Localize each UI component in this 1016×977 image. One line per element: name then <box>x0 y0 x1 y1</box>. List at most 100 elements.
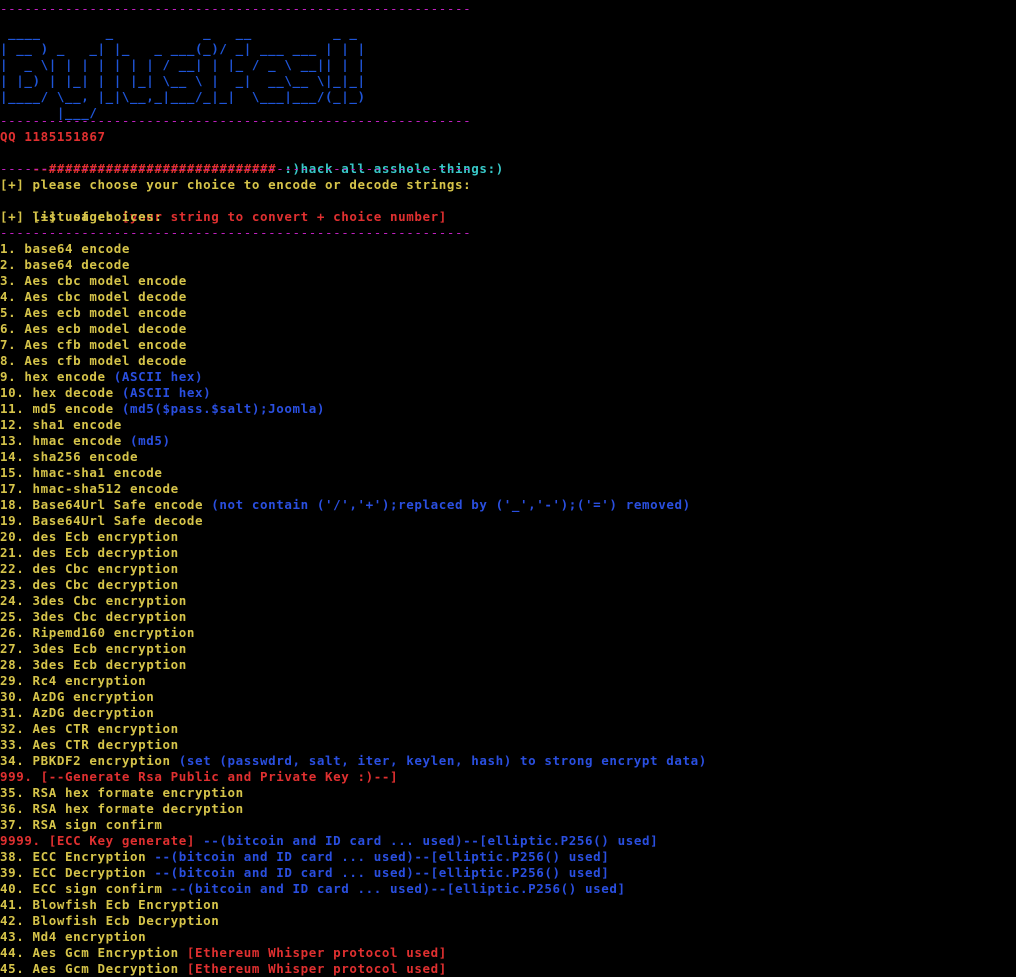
choice-note: (md5($pass.$salt);Joomla) <box>121 401 326 416</box>
choice-item: 2. base64 decode <box>0 257 130 273</box>
choice-item: 21. des Ecb decryption <box>0 545 179 561</box>
choice-item: 35. RSA hex formate encryption <box>0 785 244 801</box>
choice-label: 19. Base64Url Safe decode <box>0 513 204 528</box>
choice-label: 20. des Ecb encryption <box>0 529 179 544</box>
choice-item: 3. Aes cbc model encode <box>0 273 187 289</box>
choice-label: 24. 3des Cbc encryption <box>0 593 187 608</box>
choice-item: 19. Base64Url Safe decode <box>0 513 203 529</box>
choice-item: 9999. [ECC Key generate] --(bitcoin and … <box>0 833 658 849</box>
choice-label: 14. sha256 encode <box>0 449 139 464</box>
choice-item: 18. Base64Url Safe encode (not contain (… <box>0 497 691 513</box>
choice-item: 32. Aes CTR encryption <box>0 721 179 737</box>
choice-label: 26. Ripemd160 encryption <box>0 625 196 640</box>
choice-label: 40. ECC sign confirm <box>0 881 171 896</box>
terminal-window[interactable]: ----------------------------------------… <box>0 0 1016 977</box>
choice-item: 26. Ripemd160 encryption <box>0 625 195 641</box>
choice-label: 8. Aes cfb model decode <box>0 353 187 368</box>
choice-highlight: 999. [--Generate Rsa Public and Private … <box>0 769 399 784</box>
choice-item: 6. Aes ecb model decode <box>0 321 187 337</box>
choice-item: 14. sha256 encode <box>0 449 138 465</box>
choice-label: 34. PBKDF2 encryption <box>0 753 179 768</box>
choice-item: 4. Aes cbc model decode <box>0 289 187 305</box>
choice-item: 43. Md4 encryption <box>0 929 146 945</box>
choice-label: 17. hmac-sha512 encode <box>0 481 179 496</box>
choice-item: 40. ECC sign confirm --(bitcoin and ID c… <box>0 881 626 897</box>
choice-item: 31. AzDG decryption <box>0 705 154 721</box>
choice-item: 22. des Cbc encryption <box>0 561 179 577</box>
choice-label: 43. Md4 encryption <box>0 929 147 944</box>
choice-item: 33. Aes CTR decryption <box>0 737 179 753</box>
choice-item: 11. md5 encode (md5($pass.$salt);Joomla) <box>0 401 325 417</box>
choice-label: 22. des Cbc encryption <box>0 561 179 576</box>
choice-item: 44. Aes Gcm Encryption [Ethereum Whisper… <box>0 945 447 961</box>
banner-separator: ----------------------------------------… <box>0 113 472 128</box>
choice-item: 12. sha1 encode <box>0 417 122 433</box>
choice-item: 24. 3des Cbc encryption <box>0 593 187 609</box>
choice-label: 9. hex encode <box>0 369 114 384</box>
choice-item: 9. hex encode (ASCII hex) <box>0 369 203 385</box>
choice-item: 34. PBKDF2 encryption (set (passwdrd, sa… <box>0 753 707 769</box>
choice-label: 15. hmac-sha1 encode <box>0 465 163 480</box>
choice-item: 41. Blowfish Ecb Encryption <box>0 897 219 913</box>
choice-item: 37. RSA sign confirm <box>0 817 163 833</box>
choice-item: 38. ECC Encryption --(bitcoin and ID car… <box>0 849 609 865</box>
choice-label: 36. RSA hex formate decryption <box>0 801 244 816</box>
choice-label: 12. sha1 encode <box>0 417 122 432</box>
choice-label: 3. Aes cbc model encode <box>0 273 187 288</box>
choice-note: --(bitcoin and ID card ... used)--[ellip… <box>154 865 610 880</box>
choice-note: --(bitcoin and ID card ... used)--[ellip… <box>170 881 626 896</box>
ascii-banner-line: | __ ) _ _| |_ _ ___(_)/ _| ___ ___ | | … <box>0 41 366 56</box>
choice-note: (set (passwdrd, salt, iter, keylen, hash… <box>178 753 707 768</box>
choice-label: 1. base64 encode <box>0 241 131 256</box>
choice-label: 45. Aes Gcm Decryption <box>0 961 187 976</box>
choice-item: 42. Blowfish Ecb Decryption <box>0 913 219 929</box>
choice-label: 38. ECC Encryption <box>0 849 155 864</box>
choice-label: 4. Aes cbc model decode <box>0 289 187 304</box>
choice-label: 25. 3des Cbc decryption <box>0 609 187 624</box>
choice-item: 999. [--Generate Rsa Public and Private … <box>0 769 398 785</box>
choice-label: 5. Aes ecb model encode <box>0 305 187 320</box>
choice-item: 29. Rc4 encryption <box>0 673 146 689</box>
choice-label: 32. Aes CTR encryption <box>0 721 179 736</box>
choice-item: 23. des Cbc decryption <box>0 577 179 593</box>
choice-label: 28. 3des Ecb decryption <box>0 657 187 672</box>
choice-note: --(bitcoin and ID card ... used)--[ellip… <box>203 833 659 848</box>
top-separator: ----------------------------------------… <box>0 1 472 16</box>
choice-item: 25. 3des Cbc decryption <box>0 609 187 625</box>
choice-label: 7. Aes cfb model encode <box>0 337 187 352</box>
intro-line: [+] list of choices: <box>0 209 163 224</box>
choice-item: 27. 3des Ecb encryption <box>0 641 187 657</box>
choice-label: 33. Aes CTR decryption <box>0 737 179 752</box>
choice-label: 39. ECC Decryption <box>0 865 155 880</box>
choice-note: --(bitcoin and ID card ... used)--[ellip… <box>154 849 610 864</box>
choice-label: 30. AzDG encryption <box>0 689 155 704</box>
tagline-separator: ----------------------------------------… <box>0 161 472 176</box>
ascii-banner-line: | |_) | |_| | | |_| \__ \ | _| __\__ \|_… <box>0 73 366 88</box>
choice-item: 8. Aes cfb model decode <box>0 353 187 369</box>
intro-line: [+] please choose your choice to encode … <box>0 177 472 192</box>
choice-label: 21. des Ecb decryption <box>0 545 179 560</box>
usage-line: [+] usage: [your string to convert + cho… <box>0 193 447 224</box>
choice-label: 35. RSA hex formate encryption <box>0 785 244 800</box>
choice-item: 7. Aes cfb model encode <box>0 337 187 353</box>
choice-item: 45. Aes Gcm Decryption [Ethereum Whisper… <box>0 961 447 977</box>
choice-label: 41. Blowfish Ecb Encryption <box>0 897 220 912</box>
choice-item: 20. des Ecb encryption <box>0 529 179 545</box>
choice-highlight: [Ethereum Whisper protocol used] <box>186 945 447 960</box>
choice-label: 18. Base64Url Safe encode <box>0 497 212 512</box>
qq-contact: QQ 1185151867 <box>0 129 106 144</box>
choice-label: 6. Aes ecb model decode <box>0 321 187 336</box>
ascii-banner-line: | _ \| | | | | | | / __| | |_ / _ \ __||… <box>0 57 366 72</box>
choice-label: 10. hex decode <box>0 385 122 400</box>
choice-item: 15. hmac-sha1 encode <box>0 465 163 481</box>
choice-label: 13. hmac encode <box>0 433 131 448</box>
ascii-banner-line: |____/ \__, |_|\__,_|___/_|_| \___|___/(… <box>0 89 366 104</box>
choice-highlight: 9999. [ECC Key generate] <box>0 833 204 848</box>
choice-note: (ASCII hex) <box>121 385 212 400</box>
choice-label: 27. 3des Ecb encryption <box>0 641 187 656</box>
choice-label: 23. des Cbc decryption <box>0 577 179 592</box>
choice-label: 29. Rc4 encryption <box>0 673 147 688</box>
choice-note: (md5) <box>130 433 171 448</box>
choice-item: 36. RSA hex formate decryption <box>0 801 244 817</box>
choice-note: (not contain ('/','+');replaced by ('_',… <box>211 497 691 512</box>
